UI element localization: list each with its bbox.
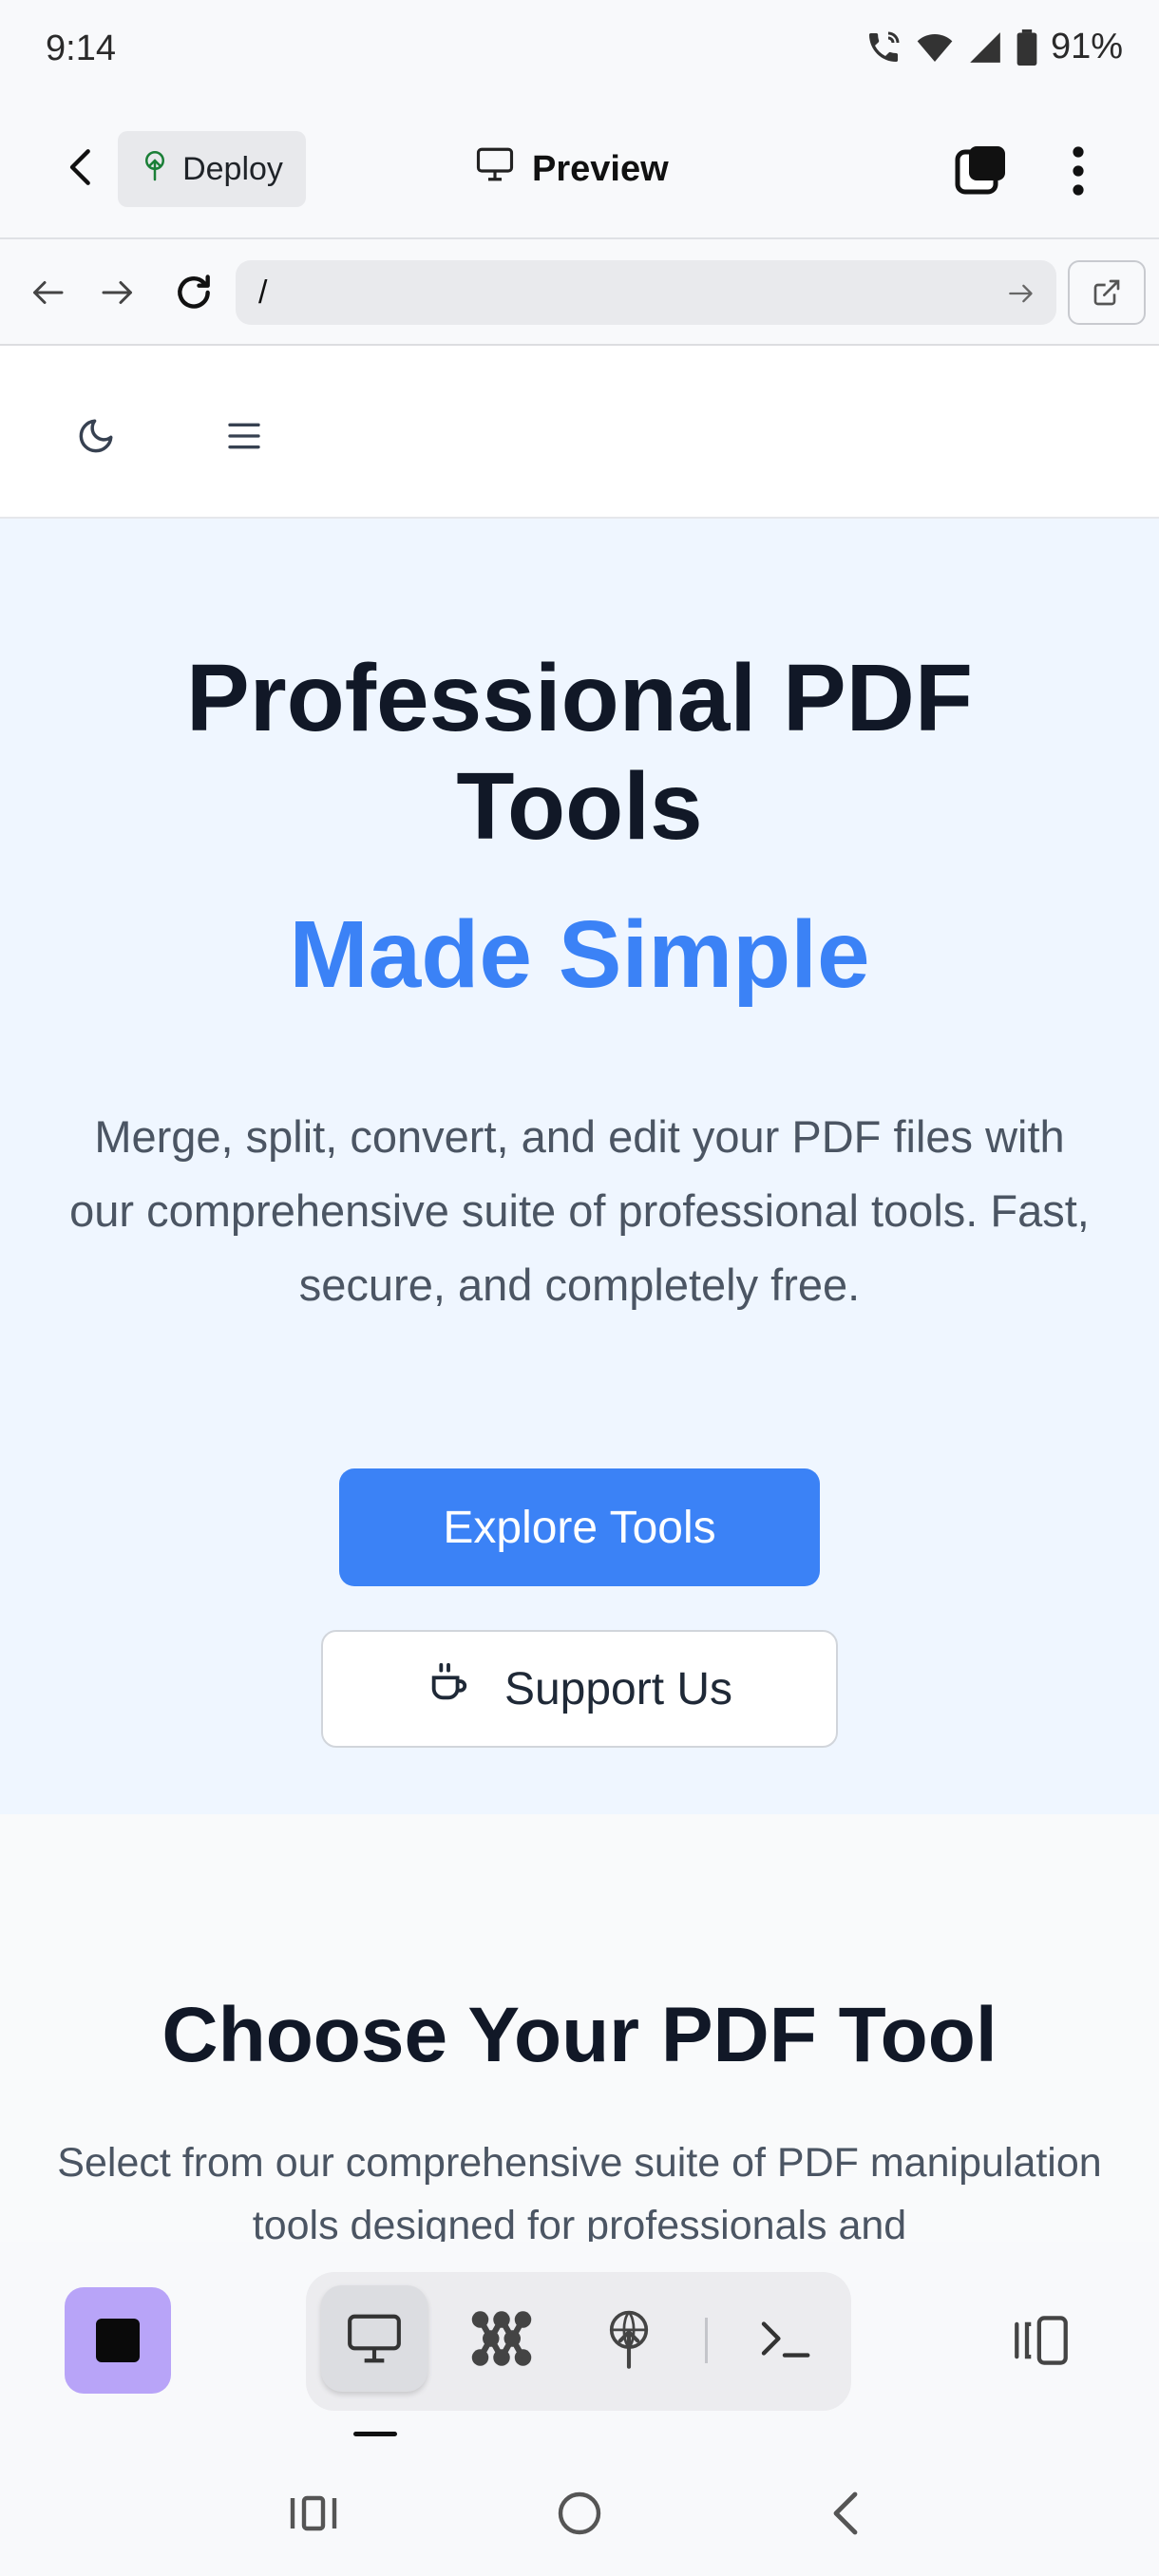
chevron-left-icon	[833, 2491, 858, 2535]
side-panel-button[interactable]	[1007, 2293, 1075, 2388]
workflow-view-button[interactable]	[448, 2285, 555, 2392]
tabs-icon[interactable]	[952, 142, 1009, 199]
support-us-button[interactable]: Support Us	[321, 1630, 838, 1748]
browser-back-button[interactable]	[23, 268, 72, 317]
nodes-icon	[471, 2311, 532, 2366]
hero-title: Professional PDF Tools	[186, 645, 973, 860]
preview-label: Preview	[532, 148, 669, 189]
monitor-icon	[475, 145, 515, 193]
arrow-right-icon	[102, 281, 132, 304]
more-options-icon[interactable]	[1054, 142, 1102, 199]
console-view-button[interactable]	[732, 2285, 838, 2392]
signal-icon	[967, 29, 1003, 66]
browser-toolbar	[0, 239, 1159, 346]
stop-button[interactable]	[65, 2287, 171, 2394]
hero-subtitle: Made Simple	[289, 901, 870, 1008]
menu-button[interactable]	[217, 408, 272, 464]
hamburger-icon	[228, 423, 260, 449]
site-navbar	[0, 346, 1159, 519]
back-button[interactable]	[53, 139, 110, 196]
status-bar: 9:14 91%	[0, 0, 1159, 99]
tools-section: Choose Your PDF Tool Select from our com…	[0, 1814, 1159, 2242]
battery-icon	[1016, 28, 1037, 66]
open-external-button[interactable]	[1068, 260, 1146, 325]
home-icon	[558, 2491, 601, 2535]
chevron-left-icon	[69, 149, 90, 185]
app-header: Deploy Preview	[0, 99, 1159, 239]
wifi-6-icon	[916, 28, 954, 66]
divider	[705, 2318, 708, 2363]
reload-button[interactable]	[167, 266, 220, 319]
preview-title: Preview	[475, 141, 669, 198]
deploy-icon	[609, 2310, 649, 2369]
recent-apps-icon	[290, 2495, 337, 2531]
status-icons: 91%	[864, 27, 1123, 67]
support-us-label: Support Us	[504, 1663, 733, 1714]
preview-view-button[interactable]	[321, 2285, 428, 2392]
deploy-icon	[141, 149, 169, 190]
active-tab-indicator	[353, 2432, 397, 2436]
wifi-calling-icon	[864, 28, 902, 66]
external-link-icon	[1093, 279, 1120, 306]
recent-apps-button[interactable]	[276, 2475, 352, 2551]
moon-icon	[79, 419, 113, 453]
go-icon[interactable]	[1001, 274, 1041, 313]
system-back-button[interactable]	[808, 2475, 884, 2551]
side-panel-icon	[1015, 2316, 1068, 2365]
terminal-icon	[761, 2321, 810, 2358]
coffee-icon	[427, 1661, 470, 1716]
bottom-toolbar	[0, 2242, 1159, 2443]
hero-section: Professional PDF Tools Made Simple Merge…	[0, 519, 1159, 1814]
deploy-view-button[interactable]	[576, 2285, 682, 2392]
status-time: 9:14	[46, 28, 116, 68]
home-button[interactable]	[542, 2475, 618, 2551]
hero-description: Merge, split, convert, and edit your PDF…	[69, 1111, 1090, 1310]
deploy-label: Deploy	[182, 150, 283, 187]
tools-description: Select from our comprehensive suite of P…	[57, 2140, 1102, 2242]
stop-icon	[96, 2319, 140, 2362]
reload-icon	[178, 275, 210, 309]
arrow-left-icon	[33, 281, 64, 304]
monitor-icon	[348, 2314, 401, 2363]
view-switcher	[306, 2272, 851, 2411]
web-preview: Professional PDF Tools Made Simple Merge…	[0, 346, 1159, 2242]
deploy-button[interactable]: Deploy	[118, 131, 306, 207]
tools-title: Choose Your PDF Tool	[162, 1992, 998, 2078]
explore-tools-button[interactable]: Explore Tools	[339, 1468, 820, 1586]
battery-percent: 91%	[1050, 27, 1123, 66]
system-navigation-bar	[0, 2443, 1159, 2576]
url-input[interactable]	[236, 260, 1056, 325]
theme-toggle-button[interactable]	[68, 408, 124, 464]
browser-forward-button[interactable]	[93, 268, 142, 317]
